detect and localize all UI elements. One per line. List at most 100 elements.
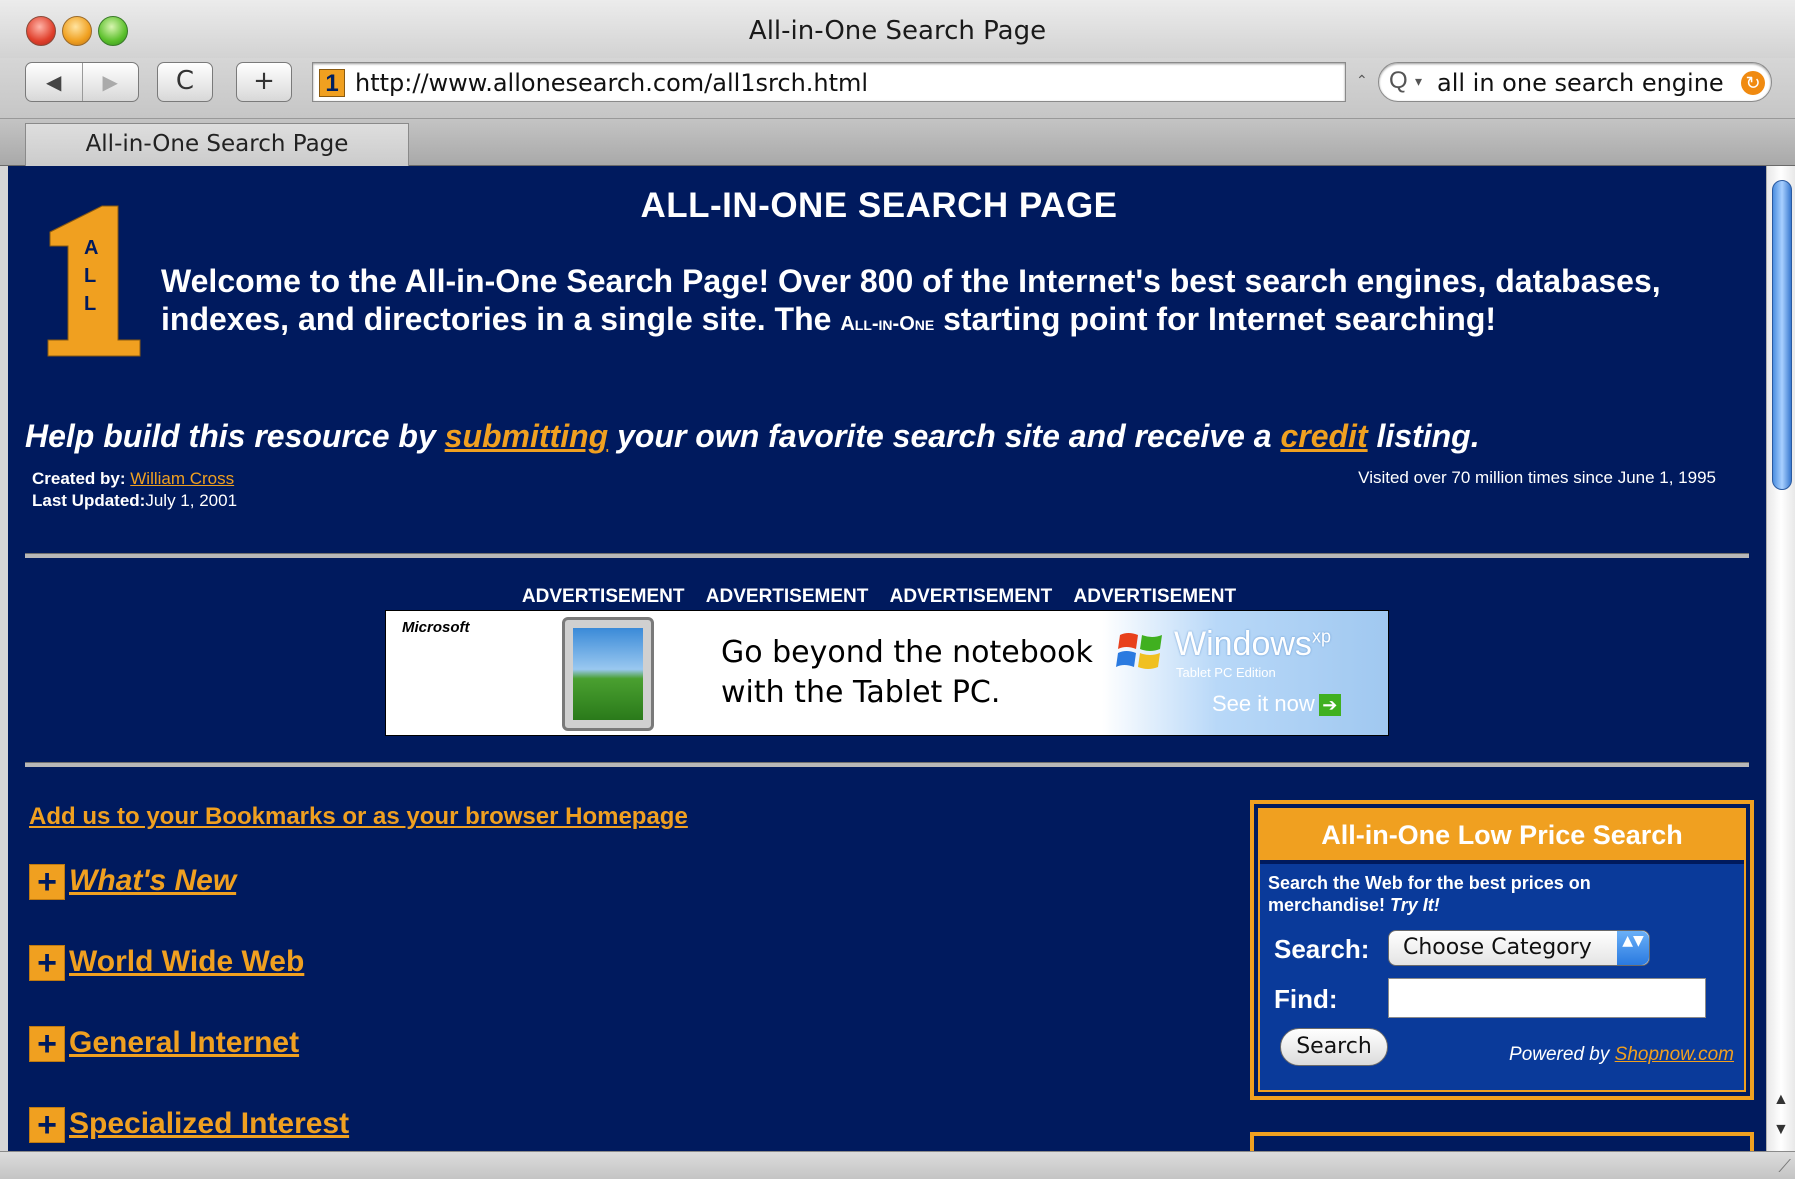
logo-letter-l2: L <box>84 293 96 315</box>
low-price-description: Search the Web for the best prices on me… <box>1268 872 1708 916</box>
category-general-internet: + General Internet <box>29 1026 299 1062</box>
expand-plus-icon[interactable]: + <box>29 1026 65 1062</box>
arrow-right-icon: ➔ <box>1318 694 1341 716</box>
browser-window: All-in-One Search Page ◀ ▶ C + 1 http://… <box>0 0 1795 1179</box>
add-bookmarks-link[interactable]: Add us to your Bookmarks or as your brow… <box>29 803 688 831</box>
browser-toolbar: ◀ ▶ C + 1 http://www.allonesearch.com/al… <box>0 58 1795 118</box>
windows-flag-icon <box>1116 633 1162 669</box>
ad-label: ADVERTISEMENT <box>1073 586 1237 607</box>
site-favicon-icon: 1 <box>319 69 345 97</box>
updated-date: July 1, 2001 <box>145 491 238 510</box>
select-arrows-icon: ▲▼ <box>1617 931 1649 965</box>
address-bar[interactable]: 1 http://www.allonesearch.com/all1srch.h… <box>312 62 1346 102</box>
ad-brand: Microsoft <box>402 619 470 636</box>
divider <box>25 762 1749 767</box>
see-it-now-link[interactable]: See it now ➔ <box>1212 691 1341 717</box>
help-build-line: Help build this resource by submitting y… <box>25 418 1480 455</box>
expand-plus-icon[interactable]: + <box>29 1107 65 1143</box>
search-label: Search: <box>1274 934 1370 964</box>
category-select-value: Choose Category <box>1403 935 1592 960</box>
page-title: ALL-IN-ONE SEARCH PAGE <box>640 186 1118 225</box>
visit-counter: Visited over 70 million times since June… <box>1358 468 1716 487</box>
divider <box>25 553 1749 558</box>
ad-line-1: Go beyond the notebook <box>721 635 1093 670</box>
ad-text: Go beyond the notebook with the Tablet P… <box>721 633 1093 713</box>
search-icon[interactable]: Q <box>1389 67 1408 95</box>
category-whats-new: + What's New <box>29 864 236 900</box>
category-specialized-interest: + Specialized Interest <box>29 1107 349 1143</box>
category-world-wide-web: + World Wide Web <box>29 945 304 981</box>
updated-label: Last Updated: <box>32 491 146 510</box>
reload-icon: C <box>175 66 195 96</box>
status-bar: ⟋ <box>0 1151 1795 1179</box>
ad-label: ADVERTISEMENT <box>705 586 869 607</box>
scroll-up-arrow-icon[interactable]: ▲ <box>1773 1091 1789 1109</box>
credits-block: Created by: William Cross Last Updated:J… <box>32 468 237 512</box>
welcome-part2: starting point for Internet searching! <box>934 301 1497 337</box>
tab-all-in-one-search[interactable]: All-in-One Search Page <box>25 123 409 167</box>
expand-plus-icon[interactable]: + <box>29 864 65 900</box>
ad-line-2: with the Tablet PC. <box>721 675 1001 710</box>
tablet-pc-image <box>562 617 654 731</box>
windows-word: Windows <box>1174 625 1312 663</box>
shopnow-link[interactable]: Shopnow.com <box>1615 1044 1734 1065</box>
ad-label: ADVERTISEMENT <box>521 586 685 607</box>
snapback-icon[interactable]: ↻ <box>1741 71 1765 95</box>
next-box-top-border <box>1250 1132 1754 1151</box>
price-search-button[interactable]: Search <box>1280 1028 1388 1066</box>
welcome-text: Welcome to the All-in-One Search Page! O… <box>161 262 1661 343</box>
low-price-search-title: All-in-One Low Price Search <box>1260 810 1744 860</box>
tablet-pc-ad-banner[interactable]: Microsoft Go beyond the notebook with th… <box>385 610 1389 736</box>
search-field[interactable]: Q ▾ all in one search engine ↻ <box>1378 62 1772 102</box>
windows-edition: Tablet PC Edition <box>1176 665 1276 680</box>
low-price-search-box: All-in-One Low Price Search Search the W… <box>1250 800 1754 1100</box>
author-link[interactable]: William Cross <box>130 469 234 488</box>
resize-grip-icon[interactable]: ⟋ <box>1778 1156 1791 1177</box>
category-link[interactable]: World Wide Web <box>69 945 304 978</box>
submitting-link[interactable]: submitting <box>445 418 609 454</box>
url-chevron-icon[interactable]: ⌃ <box>1356 72 1368 89</box>
low-price-search-inner: All-in-One Low Price Search Search the W… <box>1258 808 1746 1092</box>
logo-letter-a: A <box>84 237 98 259</box>
expand-plus-icon[interactable]: + <box>29 945 65 981</box>
try-it-text: Try It! <box>1390 895 1440 915</box>
search-query-text[interactable]: all in one search engine <box>1437 69 1724 97</box>
powered-by: Powered by Shopnow.com <box>1509 1044 1734 1066</box>
credit-link[interactable]: credit <box>1280 418 1367 454</box>
help-prefix: Help build this resource by <box>25 418 445 454</box>
url-text[interactable]: http://www.allonesearch.com/all1srch.htm… <box>355 69 868 97</box>
created-label: Created by: <box>32 469 131 488</box>
find-label: Find: <box>1274 984 1338 1014</box>
category-link[interactable]: What's New <box>69 864 236 897</box>
logo-letter-l1: L <box>84 265 96 287</box>
all-in-one-logo: A L L <box>47 205 141 357</box>
back-forward-buttons: ◀ ▶ <box>25 62 139 102</box>
window-title: All-in-One Search Page <box>748 16 1047 46</box>
tab-bar: All-in-One Search Page <box>0 118 1795 167</box>
xp-word: xp <box>1311 626 1331 647</box>
find-input[interactable] <box>1388 978 1706 1018</box>
title-bar: All-in-One Search Page <box>0 0 1795 66</box>
scroll-down-arrow-icon[interactable]: ▼ <box>1773 1121 1789 1139</box>
forward-arrow-icon[interactable]: ▶ <box>81 63 139 101</box>
reload-button[interactable]: C <box>157 62 213 102</box>
page-viewport: A L L ALL-IN-ONE SEARCH PAGE Welcome to … <box>8 166 1766 1151</box>
vertical-scrollbar[interactable]: ▲ ▼ <box>1766 166 1795 1151</box>
low-price-search-form: Search the Web for the best prices on me… <box>1260 862 1744 1090</box>
category-select[interactable]: Choose Category ▲▼ <box>1388 930 1650 966</box>
tablet-screen <box>573 628 643 720</box>
back-arrow-icon[interactable]: ◀ <box>26 63 82 101</box>
ad-label: ADVERTISEMENT <box>889 586 1053 607</box>
search-dropdown-icon[interactable]: ▾ <box>1415 73 1422 90</box>
add-bookmark-button[interactable]: + <box>236 62 292 102</box>
category-link[interactable]: General Internet <box>69 1026 299 1059</box>
powered-by-label: Powered by <box>1509 1044 1615 1065</box>
category-link[interactable]: Specialized Interest <box>69 1107 349 1140</box>
ad-labels: ADVERTISEMENT ADVERTISEMENT ADVERTISEMEN… <box>8 586 1750 608</box>
scrollbar-thumb[interactable] <box>1772 180 1792 490</box>
help-middle: your own favorite search site and receiv… <box>608 418 1281 454</box>
welcome-smallcaps: All-in-One <box>840 313 935 335</box>
windows-xp-logo: Windowsxp <box>1174 625 1331 664</box>
see-it-now-label: See it now <box>1212 691 1315 716</box>
plus-icon: + <box>253 66 275 96</box>
